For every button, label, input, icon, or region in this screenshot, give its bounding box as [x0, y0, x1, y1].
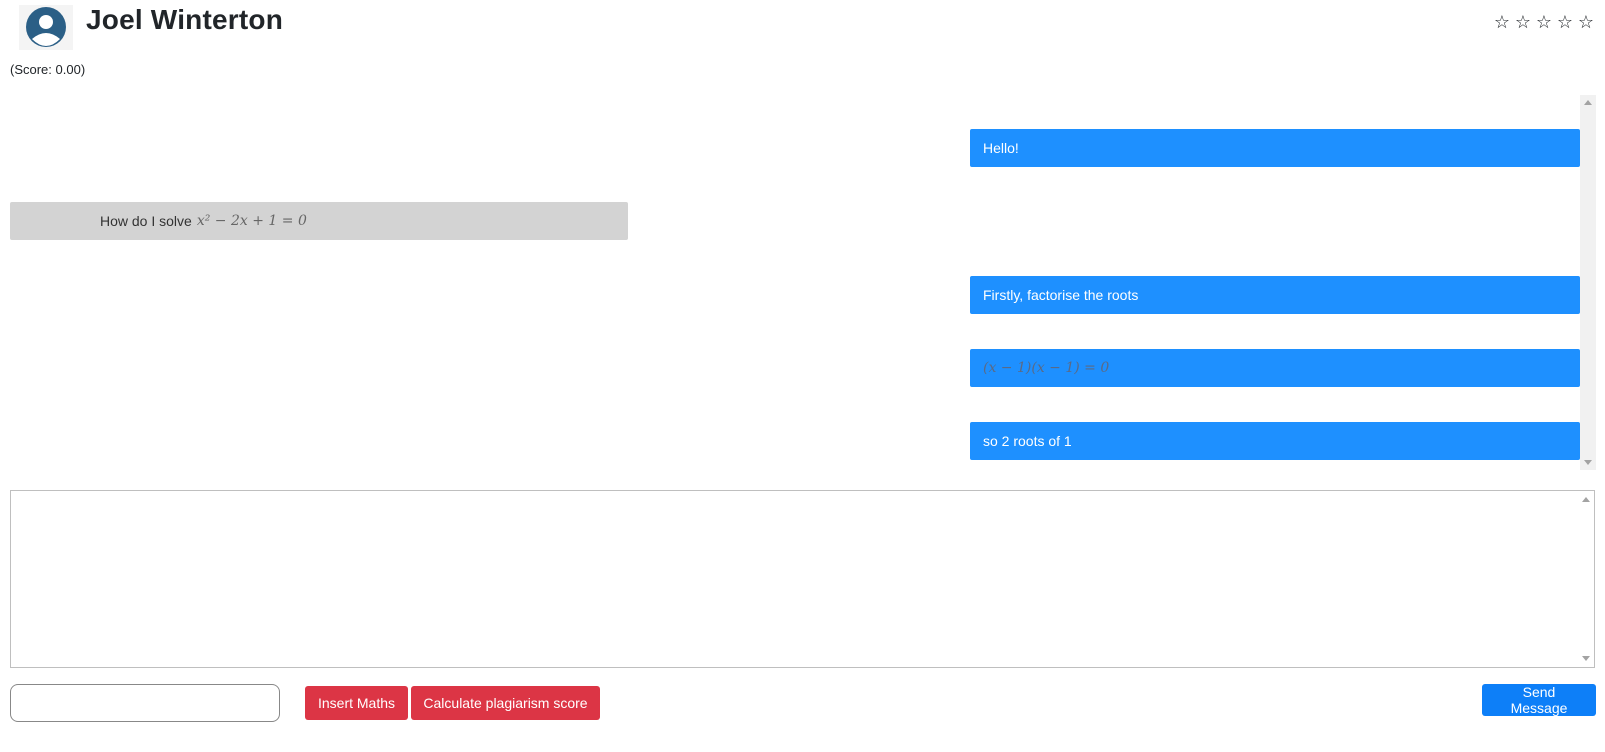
message-received: How do I solve x² − 2x + 1 = 0 — [10, 202, 628, 240]
math-expression: (x − 1)(x − 1) = 0 — [983, 360, 1110, 376]
message-textarea[interactable] — [11, 491, 1594, 667]
avatar — [19, 5, 73, 50]
scroll-down-arrow-icon[interactable] — [1582, 656, 1590, 661]
message-text: so 2 roots of 1 — [983, 433, 1072, 449]
message-sent: Hello! — [970, 129, 1580, 167]
star-icon[interactable]: ☆ — [1577, 10, 1595, 34]
chat-history[interactable]: Hello! How do I solve x² − 2x + 1 = 0 Fi… — [10, 95, 1596, 470]
message-editor[interactable] — [10, 490, 1595, 668]
message-sent: so 2 roots of 1 — [970, 422, 1580, 460]
star-icon[interactable]: ☆ — [1556, 10, 1574, 34]
star-icon[interactable]: ☆ — [1535, 10, 1553, 34]
message-text: Firstly, factorise the roots — [983, 287, 1139, 303]
profile-header: Joel Winterton ☆ ☆ ☆ ☆ ☆ — [0, 0, 1605, 60]
message-text: Hello! — [983, 140, 1019, 156]
score-label: (Score: 0.00) — [10, 62, 86, 77]
scroll-up-arrow-icon[interactable] — [1582, 497, 1590, 502]
scroll-down-arrow-icon[interactable] — [1584, 460, 1592, 465]
chat-scrollbar[interactable] — [1580, 95, 1596, 470]
message-sent: Firstly, factorise the roots — [970, 276, 1580, 314]
calculate-plagiarism-button[interactable]: Calculate plagiarism score — [411, 686, 600, 720]
send-message-button[interactable]: Send Message — [1482, 684, 1596, 716]
math-expression: x² − 2x + 1 = 0 — [196, 213, 307, 229]
message-text: How do I solve — [100, 213, 192, 229]
math-input[interactable] — [10, 684, 280, 722]
star-icon[interactable]: ☆ — [1514, 10, 1532, 34]
message-sent: (x − 1)(x − 1) = 0 — [970, 349, 1580, 387]
star-icon[interactable]: ☆ — [1493, 10, 1511, 34]
star-rating[interactable]: ☆ ☆ ☆ ☆ ☆ — [1493, 10, 1595, 34]
user-name: Joel Winterton — [86, 4, 283, 35]
insert-maths-button[interactable]: Insert Maths — [305, 686, 408, 720]
user-avatar-icon — [26, 7, 66, 47]
editor-scrollbar[interactable] — [1579, 492, 1593, 666]
scroll-up-arrow-icon[interactable] — [1584, 100, 1592, 105]
